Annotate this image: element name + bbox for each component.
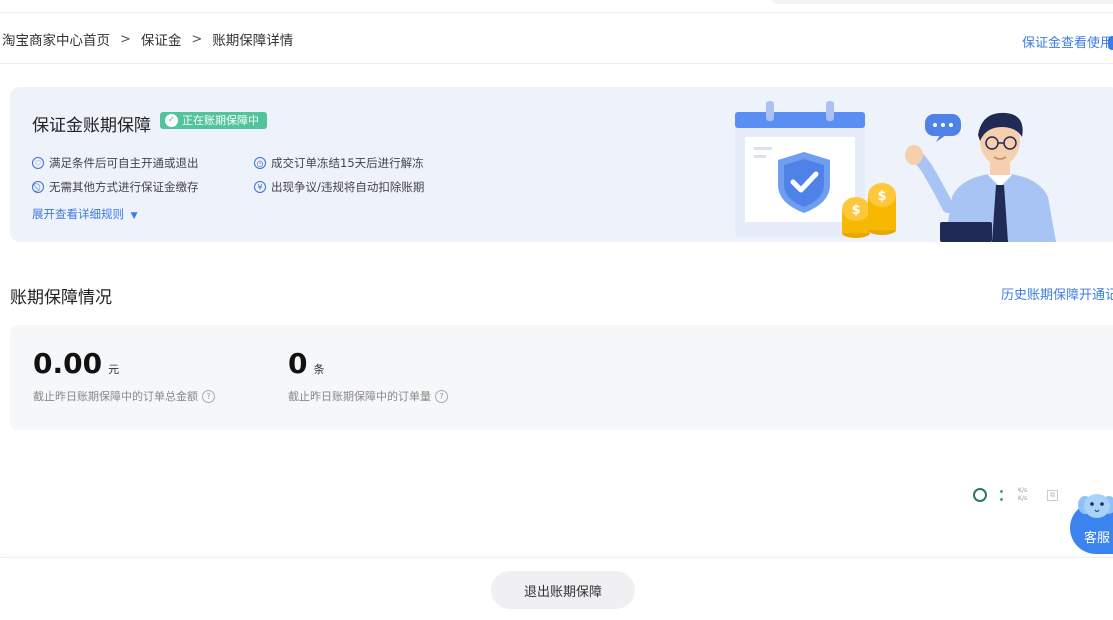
elephant-mascot-icon [1078, 494, 1113, 518]
stat-label-text: 截止昨日账期保障中的订单总金额 [33, 390, 198, 403]
history-records-link[interactable]: 历史账期保障开通记 [1001, 284, 1113, 303]
calendar-ring-icon [766, 101, 774, 121]
stat-label-text: 截止昨日账期保障中的订单量 [288, 390, 431, 403]
heart-check-icon: ♡ [32, 157, 44, 169]
section-title: 账期保障情况 [10, 288, 112, 308]
feature-item: ⃠ 无需其他方式进行保证金缴存 [32, 179, 199, 195]
loading-ring-icon [973, 488, 987, 502]
status-badge-label: 正在账期保障中 [182, 114, 259, 127]
breadcrumb-deposit[interactable]: 保证金 [141, 29, 182, 49]
notification-dot [1108, 36, 1113, 50]
breadcrumb-separator: > [191, 31, 203, 47]
network-speed: K/s K/s [1018, 487, 1027, 503]
banner-illustration: $ $ [735, 101, 1056, 242]
banner-title: 保证金账期保障 [32, 116, 151, 136]
stat-order-count: 0条 截止昨日账期保障中的订单量 ? [288, 347, 448, 404]
upload-speed: K/s [1018, 487, 1028, 494]
calendar-header-icon [735, 112, 865, 128]
chevron-down-icon: ▼ [130, 211, 138, 221]
feature-text: 成交订单冻结15天后进行解冻 [271, 156, 424, 170]
dots-icon [1000, 490, 1003, 504]
breadcrumb-home[interactable]: 淘宝商家中心首页 [2, 29, 110, 49]
footer-bar: 退出账期保障 [0, 557, 1113, 620]
stat-value: 0 [288, 347, 308, 380]
shield-check-icon: ✓ [165, 114, 178, 127]
download-speed: K/s [1018, 495, 1028, 502]
feature-text: 出现争议/违规将自动扣除账期 [271, 180, 425, 194]
feature-item: ¥ 出现争议/违规将自动扣除账期 [254, 179, 424, 195]
clock-icon: ◷ [254, 157, 266, 169]
stats-card: 0.00 元 截止昨日账期保障中的订单总金额 ? 0条 截止昨日账期保障中的订单量… [10, 325, 1113, 430]
guarantee-banner: 保证金账期保障 ✓ 正在账期保障中 ♡ 满足条件后可自主开通或退出 ◷ 成交订单… [10, 87, 1113, 242]
header-bar: 淘宝商家中心首页 > 保证金 > 账期保障详情 保证金查看使用 [0, 12, 1113, 64]
deposit-usage-link[interactable]: 保证金查看使用 [1022, 32, 1113, 51]
status-badge: ✓ 正在账期保障中 [160, 112, 267, 129]
question-icon[interactable]: ? [202, 389, 215, 403]
customer-service-label: 客服 [1084, 531, 1111, 546]
stat-total-amount: 0.00 元 截止昨日账期保障中的订单总金额 ? [33, 347, 215, 404]
laptop-icon [940, 222, 992, 242]
exit-guarantee-button[interactable]: 退出账期保障 [491, 571, 635, 609]
breadcrumb-current: 账期保障详情 [212, 33, 294, 49]
svg-text:$: $ [851, 203, 860, 218]
feature-text: 无需其他方式进行保证金缴存 [49, 180, 199, 194]
stat-label: 截止昨日账期保障中的订单总金额 ? [33, 388, 215, 404]
calendar-ring-icon [826, 101, 834, 121]
feature-text: 满足条件后可自主开通或退出 [49, 156, 199, 170]
breadcrumb-separator: > [120, 31, 131, 47]
stat-unit: 元 [108, 363, 120, 376]
expand-rules-link[interactable]: 展开查看详细规则 ▼ [32, 206, 138, 222]
page: 淘宝商家中心首页 > 保证金 > 账期保障详情 保证金查看使用 保证金账期保障 … [0, 0, 1113, 620]
stat-value: 0.00 [33, 347, 103, 380]
top-strip [772, 0, 1113, 4]
no-entry-icon: ⃠ [32, 181, 44, 193]
feature-item: ◷ 成交订单冻结15天后进行解冻 [254, 155, 424, 171]
window-icon[interactable]: ⧉ [1047, 490, 1058, 501]
svg-text:$: $ [877, 189, 886, 204]
breadcrumb: 淘宝商家中心首页 > 保证金 > 账期保障详情 [2, 29, 294, 50]
question-icon[interactable]: ? [435, 389, 448, 403]
stat-unit: 条 [313, 363, 325, 376]
expand-rules-label: 展开查看详细规则 [32, 207, 124, 221]
feature-item: ♡ 满足条件后可自主开通或退出 [32, 155, 199, 171]
yen-icon: ¥ [254, 181, 266, 193]
stat-label: 截止昨日账期保障中的订单量 ? [288, 388, 448, 404]
